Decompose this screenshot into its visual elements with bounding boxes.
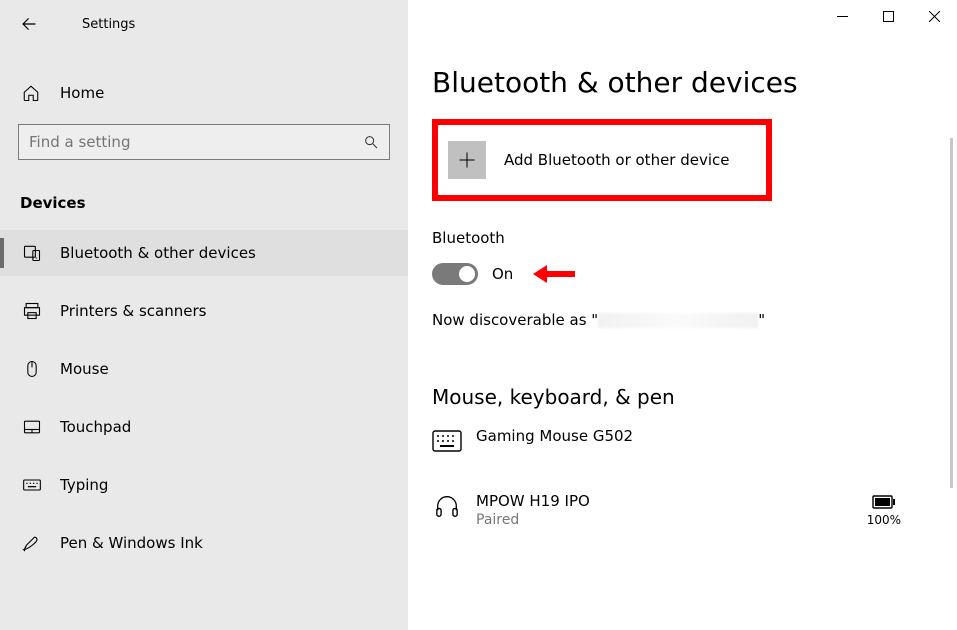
close-button[interactable] xyxy=(911,0,957,32)
arrow-left-red-icon xyxy=(531,261,577,287)
device-item[interactable]: MPOW H19 IPO Paired 100% xyxy=(432,492,957,528)
nav-item-typing[interactable]: Typing xyxy=(0,462,408,508)
nav-home[interactable]: Home xyxy=(0,70,408,116)
device-name: Gaming Mouse G502 xyxy=(476,427,633,445)
printer-icon xyxy=(22,301,42,321)
discoverable-name-redacted xyxy=(598,313,758,328)
keyboard-icon xyxy=(22,475,42,495)
toggle-state-label: On xyxy=(492,265,513,283)
nav-item-label: Printers & scanners xyxy=(60,302,206,320)
bluetooth-section-label: Bluetooth xyxy=(432,229,957,247)
bluetooth-toggle[interactable] xyxy=(432,263,478,285)
add-device-button[interactable]: Add Bluetooth or other device xyxy=(448,141,730,179)
nav-item-printers[interactable]: Printers & scanners xyxy=(0,288,408,334)
device-battery: 100% xyxy=(867,492,901,527)
device-status: Paired xyxy=(476,512,590,528)
nav-home-label: Home xyxy=(60,84,104,102)
maximize-icon xyxy=(883,11,894,22)
nav-item-label: Typing xyxy=(60,476,108,494)
device-item[interactable]: Gaming Mouse G502 xyxy=(432,427,957,452)
close-icon xyxy=(929,11,940,22)
minimize-icon xyxy=(837,11,848,22)
discoverable-text: Now discoverable as " " xyxy=(432,311,957,329)
maximize-button[interactable] xyxy=(865,0,911,32)
nav-item-label: Bluetooth & other devices xyxy=(60,244,256,262)
nav-item-pen[interactable]: Pen & Windows Ink xyxy=(0,520,408,566)
discoverable-suffix: " xyxy=(758,311,765,329)
scrollbar[interactable] xyxy=(950,138,953,488)
mouse-icon xyxy=(22,359,42,379)
device-name: MPOW H19 IPO xyxy=(476,492,590,510)
app-title: Settings xyxy=(82,17,135,32)
nav-item-mouse[interactable]: Mouse xyxy=(0,346,408,392)
nav-item-label: Mouse xyxy=(60,360,109,378)
nav-item-touchpad[interactable]: Touchpad xyxy=(0,404,408,450)
headphones-icon xyxy=(432,495,462,517)
pen-icon xyxy=(22,533,42,553)
annotation-highlight-box: Add Bluetooth or other device xyxy=(432,119,772,201)
battery-percent: 100% xyxy=(867,513,901,527)
arrow-left-icon xyxy=(20,15,38,33)
plus-icon xyxy=(457,150,477,170)
search-input-wrapper[interactable] xyxy=(18,124,390,160)
category-heading: Devices xyxy=(0,170,408,230)
add-device-label: Add Bluetooth or other device xyxy=(504,151,730,169)
section-heading-mouse: Mouse, keyboard, & pen xyxy=(432,385,957,409)
keyboard-icon xyxy=(432,430,462,452)
plus-tile xyxy=(448,141,486,179)
nav-item-label: Pen & Windows Ink xyxy=(60,534,203,552)
nav-item-bluetooth[interactable]: Bluetooth & other devices xyxy=(0,230,408,276)
nav-item-label: Touchpad xyxy=(60,418,131,436)
annotation-arrow xyxy=(531,261,577,287)
discoverable-prefix: Now discoverable as " xyxy=(432,311,598,329)
search-icon xyxy=(363,134,379,150)
touchpad-icon xyxy=(22,417,42,437)
devices-icon xyxy=(22,243,42,263)
minimize-button[interactable] xyxy=(819,0,865,32)
back-button[interactable] xyxy=(20,15,48,33)
search-input[interactable] xyxy=(29,133,327,151)
home-icon xyxy=(22,84,40,102)
battery-icon xyxy=(872,495,896,509)
